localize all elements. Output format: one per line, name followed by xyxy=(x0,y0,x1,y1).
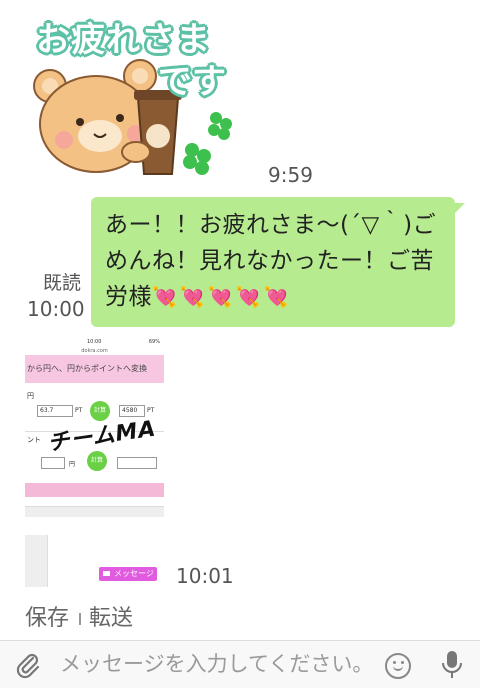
screenshot-calc-button-2: 計算 xyxy=(87,451,107,471)
image-actions: 保存 転送 xyxy=(25,600,133,632)
paperclip-icon[interactable] xyxy=(14,651,42,679)
forward-button[interactable]: 転送 xyxy=(89,606,133,631)
message-input[interactable]: メッセージを入力してください。 xyxy=(60,641,373,688)
screenshot-field-1: 63.7 xyxy=(37,405,73,417)
screenshot-pink-band xyxy=(25,483,164,497)
sticker[interactable]: お疲れさま です xyxy=(28,6,248,182)
screenshot-yen-label: 円 xyxy=(27,392,34,400)
save-button[interactable]: 保存 xyxy=(25,606,69,631)
smiley-icon[interactable] xyxy=(385,653,411,679)
screenshot-url: dokra.com xyxy=(25,347,164,355)
message-badge: メッセージ xyxy=(99,567,157,581)
message-text: あー！！お疲れさま～(´▽｀)ごめんね！見れなかったー！ご苦労様💘💘💘💘💘 xyxy=(105,207,443,315)
screenshot-header: から円へ、円からポイントへ変換 xyxy=(25,355,164,383)
screenshot-field-3 xyxy=(41,457,65,469)
action-divider xyxy=(79,613,82,625)
screenshot-row2-label: ント xyxy=(27,436,41,444)
screenshot-field-4 xyxy=(117,457,157,469)
outgoing-message-bubble[interactable]: あー！！お疲れさま～(´▽｀)ごめんね！見れなかったー！ご苦労様💘💘💘💘💘 xyxy=(91,197,465,327)
screenshot-clock: 10:00 xyxy=(87,339,102,345)
screenshot-toolbar xyxy=(25,506,164,517)
heart-emojis: 💘💘💘💘💘 xyxy=(152,285,292,309)
chat-area: お疲れさま です 9:59 既読 10:00 あー！！お疲れさま～(´▽｀)ごめ… xyxy=(0,0,480,640)
badge-label: メッセージ xyxy=(114,569,154,578)
partial-image-thumbnail[interactable] xyxy=(25,535,48,587)
screenshot-status-bar: 10:00 69% xyxy=(25,338,164,347)
screenshot-pt-label: PT xyxy=(75,407,83,414)
screenshot-battery: 69% xyxy=(148,339,160,345)
read-time: 10:00 xyxy=(27,297,85,321)
microphone-icon[interactable] xyxy=(440,649,464,681)
read-label: 既読 xyxy=(42,272,81,294)
envelope-icon xyxy=(103,571,110,576)
sticker-text-line2: です xyxy=(158,62,226,102)
shared-screenshot-image[interactable]: 10:00 69% dokra.com から円へ、円からポイントへ変換 円 63… xyxy=(25,338,164,528)
read-receipt: 既読 10:00 xyxy=(27,270,85,322)
screenshot-yen-label-2: 円 xyxy=(69,461,76,468)
sticker-timestamp: 9:59 xyxy=(268,163,313,187)
message-input-bar: メッセージを入力してください。 xyxy=(0,640,480,688)
image-timestamp: 10:01 xyxy=(176,564,234,588)
